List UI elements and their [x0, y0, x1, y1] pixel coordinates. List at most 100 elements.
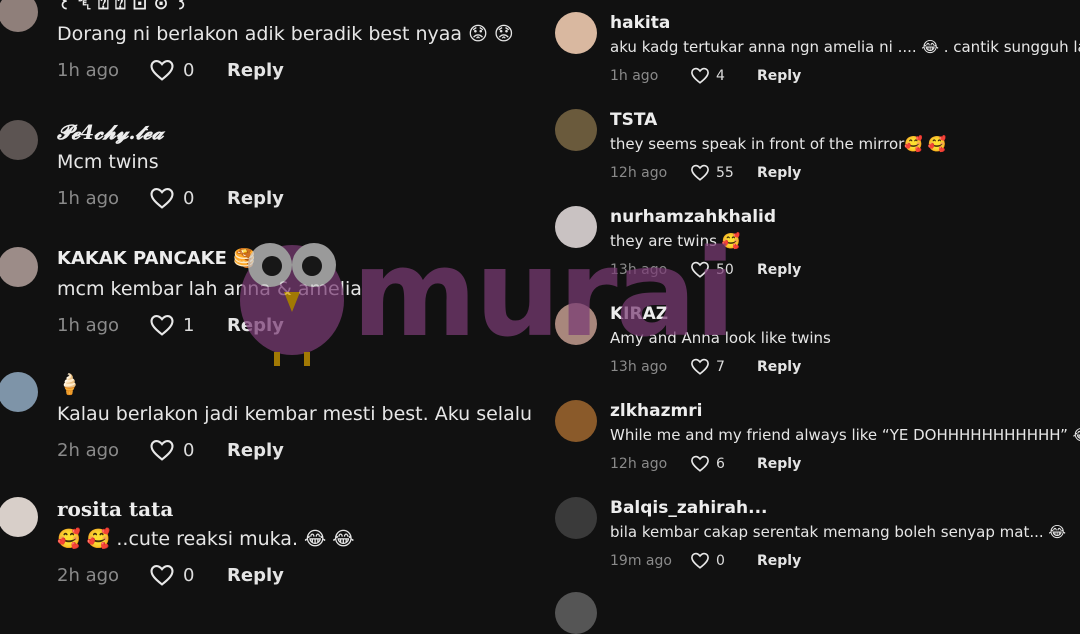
heart-icon — [691, 455, 709, 472]
avatar[interactable] — [0, 497, 38, 537]
comment-text: Amy and Anna look like twins — [610, 329, 831, 347]
avatar[interactable] — [555, 592, 597, 634]
comment-username[interactable]: KIRAZ — [610, 303, 1080, 325]
avatar[interactable] — [0, 120, 38, 160]
reply-button[interactable]: Reply — [757, 359, 801, 375]
like-count: 4 — [716, 67, 725, 84]
comment-meta: 1h ago 0 Reply — [57, 59, 545, 81]
comment-username[interactable]: 𝓟𝓮4𝓬𝓱𝔂.𝓽𝓮𝓪 — [57, 120, 545, 144]
comment-username[interactable]: zlkhazmri — [610, 400, 1080, 422]
comment-text: they are twins 🥰 — [610, 232, 741, 250]
comment-text: 🥰 🥰 ..cute reaksi muka. 😂 😂 — [57, 528, 355, 550]
avatar[interactable] — [555, 206, 597, 248]
comment-text: bila kembar cakap serentak memang boleh … — [610, 523, 1066, 541]
like-button[interactable]: 7 — [690, 358, 757, 375]
comment-text: While me and my friend always like “YE D… — [610, 426, 1080, 444]
comment-meta: 13h ago 50 Reply — [610, 261, 1080, 278]
like-button[interactable]: 0 — [149, 564, 227, 586]
like-button[interactable]: 0 — [149, 187, 227, 209]
comment-username[interactable]: KAKAK PANCAKE 🥞 — [57, 247, 545, 271]
comment-username[interactable]: hakita — [610, 12, 1080, 34]
like-button[interactable]: 0 — [149, 59, 227, 81]
reply-button[interactable]: Reply — [757, 165, 801, 181]
like-count: 0 — [183, 439, 195, 461]
comment-text: Mcm twins — [57, 151, 159, 173]
comment-meta: 13h ago 7 Reply — [610, 358, 1080, 375]
like-count: 0 — [183, 187, 195, 209]
heart-icon — [691, 261, 709, 278]
reply-button[interactable]: Reply — [227, 60, 284, 81]
comment-body: nurhamzahkhalid they are twins 🥰 13h ago… — [610, 206, 1080, 278]
like-button[interactable]: 4 — [690, 67, 757, 84]
like-button[interactable]: 1 — [149, 314, 227, 336]
comment-text: they seems speak in front of the mirror🥰… — [610, 135, 947, 153]
comment-meta: 1h ago 4 Reply — [610, 67, 1080, 84]
comment-username[interactable]: TSTA — [610, 109, 1080, 131]
like-button[interactable]: 50 — [690, 261, 757, 278]
heart-icon — [150, 60, 174, 81]
heart-icon — [691, 67, 709, 84]
avatar[interactable] — [555, 303, 597, 345]
heart-icon — [150, 315, 174, 336]
comment-body: TSTA they seems speak in front of the mi… — [610, 109, 1080, 181]
comment-body: zlkhazmri While me and my friend always … — [610, 400, 1080, 472]
comment-time: 19m ago — [610, 552, 672, 569]
like-count: 0 — [716, 552, 725, 569]
heart-icon — [691, 164, 709, 181]
like-button[interactable]: 0 — [690, 552, 757, 569]
comment-username[interactable]: 🍦 — [57, 372, 545, 396]
comment-text: Kalau berlakon jadi kembar mesti best. A… — [57, 403, 533, 425]
like-count: 0 — [183, 564, 195, 586]
comment-body: KAKAK PANCAKE 🥞 mcm kembar lah anna & am… — [57, 247, 545, 336]
comment-time: 1h ago — [57, 314, 120, 336]
reply-button[interactable]: Reply — [227, 565, 284, 586]
comment-body: Balqis_zahirah... bila kembar cakap sere… — [610, 497, 1080, 569]
like-count: 0 — [183, 59, 195, 81]
comment-time: 13h ago — [610, 358, 668, 375]
comment-time: 1h ago — [57, 59, 120, 81]
comment-time: 1h ago — [610, 67, 659, 84]
comment-body: KIRAZ Amy and Anna look like twins 13h a… — [610, 303, 1080, 375]
comment-text: aku kadg tertukar anna ngn amelia ni ...… — [610, 38, 1080, 56]
heart-icon — [150, 188, 174, 209]
reply-button[interactable]: Reply — [227, 315, 284, 336]
avatar[interactable] — [555, 109, 597, 151]
like-count: 50 — [716, 261, 734, 278]
like-count: 1 — [183, 314, 195, 336]
like-button[interactable]: 0 — [149, 439, 227, 461]
like-button[interactable]: 55 — [690, 164, 757, 181]
comment-time: 12h ago — [610, 164, 668, 181]
comment-username[interactable]: Balqis_zahirah... — [610, 497, 1080, 519]
comment-time: 13h ago — [610, 261, 668, 278]
comment-meta: 2h ago 0 Reply — [57, 439, 545, 461]
avatar[interactable] — [0, 372, 38, 412]
comment-meta: 1h ago 0 Reply — [57, 187, 545, 209]
avatar[interactable] — [555, 400, 597, 442]
avatar[interactable] — [555, 497, 597, 539]
comment-username[interactable]: ꒰ ␡ ⍰ ⍰ ⊡ ⊙ ꒱ — [57, 0, 545, 16]
reply-button[interactable]: Reply — [227, 440, 284, 461]
avatar[interactable] — [0, 247, 38, 287]
like-button[interactable]: 6 — [690, 455, 757, 472]
heart-icon — [691, 358, 709, 375]
comment-body: ꒰ ␡ ⍰ ⍰ ⊡ ⊙ ꒱ Dorang ni berlakon adik be… — [57, 0, 545, 81]
heart-icon — [150, 440, 174, 461]
comment-body: 🍦 Kalau berlakon jadi kembar mesti best.… — [57, 372, 545, 461]
reply-button[interactable]: Reply — [757, 553, 801, 569]
avatar[interactable] — [555, 12, 597, 54]
comment-username[interactable]: nurhamzahkhalid — [610, 206, 1080, 228]
comment-body: hakita aku kadg tertukar anna ngn amelia… — [610, 12, 1080, 84]
reply-button[interactable]: Reply — [757, 262, 801, 278]
comment-time: 12h ago — [610, 455, 668, 472]
comment-meta: 2h ago 0 Reply — [57, 564, 545, 586]
avatar[interactable] — [0, 0, 38, 32]
reply-button[interactable]: Reply — [757, 456, 801, 472]
comment-username[interactable]: rosita tata — [57, 497, 545, 521]
like-count: 6 — [716, 455, 725, 472]
comment-meta: 12h ago 55 Reply — [610, 164, 1080, 181]
reply-button[interactable]: Reply — [227, 188, 284, 209]
comment-time: 1h ago — [57, 187, 120, 209]
reply-button[interactable]: Reply — [757, 68, 801, 84]
comment-body: 𝓟𝓮4𝓬𝓱𝔂.𝓽𝓮𝓪 Mcm twins 1h ago 0 Reply — [57, 120, 545, 209]
comment-time: 2h ago — [57, 439, 120, 461]
